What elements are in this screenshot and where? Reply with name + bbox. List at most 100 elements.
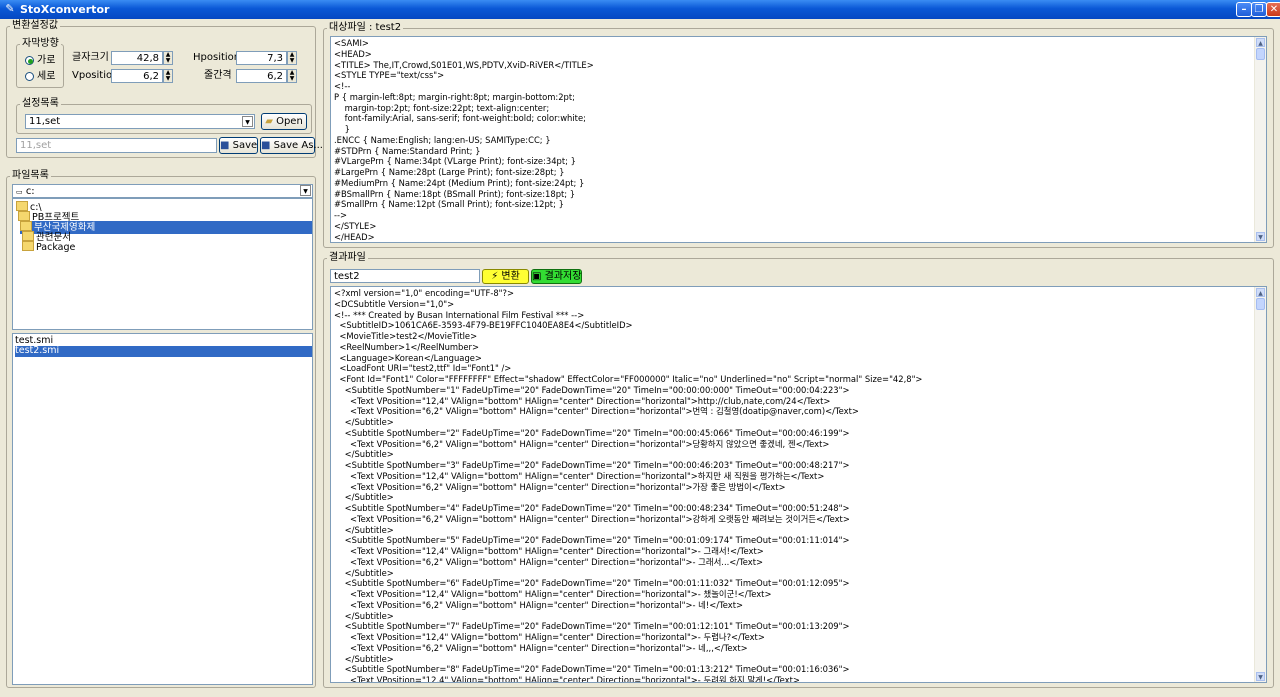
result-line: </Subtitle> [334, 524, 394, 535]
convert-icon: ⚡ [491, 271, 499, 282]
vposition-input[interactable]: 6,2 [111, 69, 163, 83]
save-button-label: Save [232, 140, 258, 151]
result-line: <Subtitle SpotNumber="7" FadeUpTime="20"… [334, 621, 850, 632]
direction-horizontal-label: 가로 [37, 55, 56, 66]
save-result-button-label: 결과저장 [544, 271, 582, 282]
source-file-text[interactable]: <SAMI> <HEAD> <TITLE> The,IT,Crowd,S01E01,… [330, 36, 1267, 243]
drive-select[interactable]: ▭ c: ▼ [12, 184, 313, 198]
disk-icon: ■ [261, 140, 271, 151]
window-title: StoXconvertor [20, 3, 110, 16]
folder-open-icon [20, 221, 32, 231]
result-line: <Language>Korean</Language> [334, 352, 482, 363]
save-as-button[interactable]: ■ Save As... [260, 137, 323, 154]
result-line: <Subtitle SpotNumber="4" FadeUpTime="20"… [334, 503, 850, 513]
minimize-button[interactable]: – [1236, 2, 1252, 17]
line-gap-spinner[interactable]: ▲ ▼ [287, 69, 297, 83]
save-button[interactable]: ■ Save [219, 137, 258, 154]
save-result-button[interactable]: ▣ 결과저장 [531, 269, 582, 284]
scroll-up-icon[interactable]: ▲ [1256, 288, 1265, 297]
disk-icon: ■ [220, 140, 230, 151]
source-line: <SAMI> [334, 38, 369, 48]
radio-unchecked [25, 72, 34, 81]
result-line: <Subtitle SpotNumber="3" FadeUpTime="20"… [334, 460, 850, 470]
line-gap-label: 줄간격 [204, 70, 232, 81]
folder-open-icon [18, 211, 30, 221]
result-line: </Subtitle> [334, 417, 394, 427]
file-item-test2[interactable]: test2.smi [15, 345, 312, 357]
line-gap-input[interactable]: 6,2 [236, 69, 287, 83]
hposition-spinner[interactable]: ▲ ▼ [287, 51, 297, 65]
source-line: <TITLE> The,IT,Crowd,S01E01,WS,PDTV,XviD… [334, 59, 594, 70]
drive-value: c: [25, 186, 35, 197]
source-line: </HEAD> [334, 231, 375, 242]
close-button[interactable]: ✕ [1266, 2, 1280, 17]
open-button-label: Open [276, 116, 303, 127]
scroll-thumb[interactable] [1256, 48, 1265, 60]
vposition-spinner[interactable]: ▲ ▼ [163, 69, 173, 83]
open-folder-icon: ▰ [265, 116, 273, 127]
source-code-block: <SAMI> <HEAD> <TITLE> The,IT,Crowd,S01E01,… [331, 37, 1266, 242]
result-line: <Text VPosition="6,2" VAlign="bottom" HA… [334, 406, 859, 417]
result-line: <Text VPosition="12,4" VAlign="bottom" H… [334, 675, 800, 683]
convert-button-label: 변환 [501, 271, 520, 282]
app-icon: ✎ [5, 2, 15, 15]
result-file-title: 결과파일 [327, 252, 368, 263]
result-line: <Text VPosition="12,4" VAlign="bottom" H… [334, 395, 831, 406]
scroll-down-icon[interactable]: ▼ [1256, 232, 1265, 241]
source-line: #LargePrn { Name:28pt (Large Print); fon… [334, 167, 565, 177]
convert-button[interactable]: ⚡ 변환 [482, 269, 529, 284]
font-size-input[interactable]: 42,8 [111, 51, 163, 65]
result-scrollbar[interactable]: ▲ ▼ [1254, 287, 1266, 682]
result-file-text[interactable]: <?xml version="1,0" encoding="UTF-8"?> <D… [330, 286, 1267, 683]
source-line: </STYLE> [334, 220, 377, 231]
result-line: <DCSubtitle Version="1,0"> [334, 298, 455, 309]
folder-open-icon [16, 201, 28, 211]
result-filename-input[interactable]: test2 [330, 269, 480, 283]
scroll-down-icon[interactable]: ▼ [1256, 672, 1265, 681]
direction-group-title: 자막방향 [20, 38, 61, 49]
scroll-thumb[interactable] [1256, 298, 1265, 310]
settings-group-title: 변환설정값 [10, 20, 60, 31]
direction-vertical-label: 세로 [37, 71, 56, 82]
source-scrollbar[interactable]: ▲ ▼ [1254, 37, 1266, 242]
maximize-button[interactable]: ❐ [1251, 2, 1267, 17]
hposition-input[interactable]: 7,3 [236, 51, 287, 65]
result-line: <!-- *** Created by Busan International … [334, 309, 585, 320]
result-line: <Subtitle SpotNumber="8" FadeUpTime="20"… [334, 664, 850, 675]
source-line: #STDPrn { Name:Standard Print; } [334, 145, 481, 156]
source-line: <STYLE TYPE="text/css"> [334, 70, 445, 81]
source-line: #BSmallPrn { Name:18pt (BSmall Print); f… [334, 188, 576, 199]
source-line: <!-- [334, 81, 351, 91]
preset-select[interactable]: 11,set ▼ [25, 114, 255, 129]
source-line: P { margin-left:8pt; margin-right:8pt; m… [334, 91, 575, 102]
scroll-up-icon[interactable]: ▲ [1256, 38, 1265, 47]
dropdown-arrow-icon[interactable]: ▼ [300, 185, 311, 196]
result-code-block: <?xml version="1,0" encoding="UTF-8"?> <D… [331, 287, 1266, 683]
direction-vertical-radio[interactable]: 세로 [23, 71, 63, 83]
dropdown-arrow-icon[interactable]: ▼ [242, 116, 253, 127]
folder-tree[interactable]: c:\ PB프로젝트 부산국제영화제 관련문서 Package [12, 198, 313, 330]
save-name-input[interactable]: 11,set [16, 138, 217, 153]
font-size-spinner[interactable]: ▲ ▼ [163, 51, 173, 65]
result-line: <Text VPosition="12,4" VAlign="bottom" H… [334, 546, 764, 556]
open-button[interactable]: ▰ Open [261, 113, 307, 130]
save-result-icon: ▣ [532, 271, 542, 282]
drive-icon: ▭ [16, 188, 23, 196]
save-as-button-label: Save As... [273, 140, 323, 151]
source-line: <HEAD> [334, 48, 372, 59]
result-line: <SubtitleID>1061CA6E-3593-4F79-BE19FFC10… [334, 320, 633, 331]
result-line: </Subtitle> [334, 449, 394, 460]
source-line: --> [334, 210, 348, 220]
result-line: <Text VPosition="6,2" VAlign="bottom" HA… [334, 556, 764, 567]
file-list[interactable]: test.smi test2.smi [12, 333, 313, 685]
source-line: .ENCC { Name:English; lang:en-US; SAMITy… [334, 134, 551, 145]
result-line: <?xml version="1,0" encoding="UTF-8"?> [334, 288, 514, 298]
result-line: </Subtitle> [334, 492, 394, 503]
direction-horizontal-radio[interactable]: 가로 [23, 55, 63, 67]
result-line: <Subtitle SpotNumber="1" FadeUpTime="20"… [334, 384, 850, 395]
source-file-title: 대상파일 : test2 [327, 22, 404, 33]
result-line: <Subtitle SpotNumber="6" FadeUpTime="20"… [334, 578, 850, 589]
source-line: margin-top:2pt; font-size:22pt; text-ali… [334, 102, 550, 113]
result-line: <LoadFont URI="test2,ttf" Id="Font1" /> [334, 363, 512, 374]
tree-item-package[interactable]: Package [22, 241, 75, 254]
